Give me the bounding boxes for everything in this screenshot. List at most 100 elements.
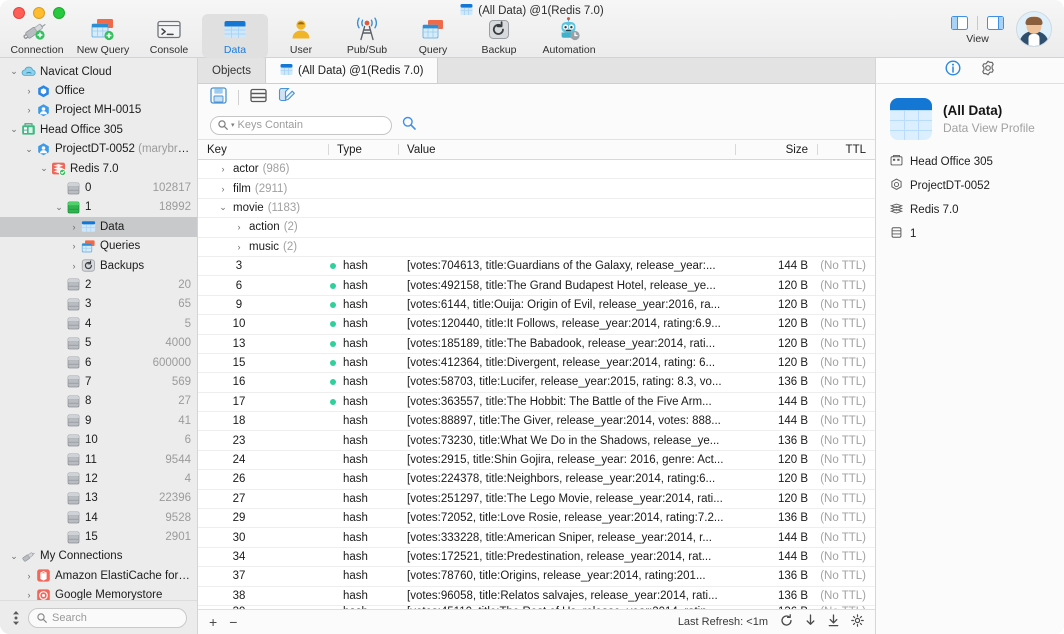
sidebar-item-amazon-elasticache-for-re[interactable]: › Amazon ElastiCache for Re...	[0, 566, 197, 585]
sidebar-item-13[interactable]: 13 22396	[0, 489, 197, 508]
chevron-right-icon[interactable]: ›	[233, 222, 245, 232]
chevron-down-icon[interactable]: ⌄	[53, 202, 65, 213]
chevron-right-icon[interactable]: ›	[233, 242, 245, 252]
user-avatar[interactable]	[1016, 11, 1052, 47]
sidebar-item-8[interactable]: 8 27	[0, 392, 197, 411]
chevron-right-icon[interactable]: ›	[217, 164, 229, 174]
table-row[interactable]: ⌄ movie (1183)	[198, 199, 875, 219]
table-row[interactable]: 3 hash [votes:704613, title:Guardians of t…	[198, 257, 875, 277]
connection-tree[interactable]: ⌄ Navicat Cloud › Office › Project MH-0015 ⌄ He…	[0, 58, 197, 600]
column-header-type[interactable]: Type	[328, 140, 398, 159]
sidebar-item-google-memorystore[interactable]: › Google Memorystore	[0, 586, 197, 600]
sidebar-item-2[interactable]: 2 20	[0, 275, 197, 294]
floppy-save-icon[interactable]	[210, 86, 227, 109]
table-row[interactable]: › music (2)	[198, 238, 875, 257]
toolbar-button-automation[interactable]: Automation	[532, 14, 606, 58]
chevron-right-icon[interactable]: ›	[23, 590, 35, 600]
table-row[interactable]: 24 hash [votes:2915, title:Shin Gojira, re…	[198, 451, 875, 471]
sidebar-item-15[interactable]: 15 2901	[0, 527, 197, 546]
magnifier-icon[interactable]	[402, 116, 416, 135]
table-row[interactable]: › action (2)	[198, 218, 875, 238]
sidebar-search-input[interactable]: Search	[28, 607, 187, 628]
column-header-key[interactable]: Key	[198, 140, 328, 159]
info-circle-icon[interactable]	[944, 60, 961, 81]
toolbar-button-data[interactable]: Data	[202, 14, 268, 58]
sidebar-item-project-mh-0015[interactable]: › Project MH-0015	[0, 101, 197, 120]
sidebar-item-9[interactable]: 9 41	[0, 411, 197, 430]
refresh-icon[interactable]	[780, 614, 793, 630]
table-row[interactable]: 29 hash [votes:72052, title:Love Rosie, re…	[198, 509, 875, 529]
sidebar-item-queries[interactable]: › Queries	[0, 237, 197, 256]
chevron-down-icon[interactable]: ⌄	[38, 163, 50, 174]
chevron-down-icon[interactable]: ⌄	[217, 202, 229, 213]
table-row[interactable]: 34 hash [votes:172521, title:Predestinatio…	[198, 548, 875, 568]
table-row[interactable]: 10 hash [votes:120440, title:It Follows, r…	[198, 315, 875, 335]
pencil-edit-icon[interactable]	[278, 87, 295, 109]
chevron-down-icon[interactable]: ⌄	[23, 144, 35, 155]
sort-toggle-icon[interactable]	[10, 610, 21, 626]
table-row[interactable]: 15 hash [votes:412364, title:Divergent, re…	[198, 354, 875, 374]
table-row[interactable]: 23 hash [votes:73230, title:What We Do in …	[198, 431, 875, 451]
sidebar-item-redis-7-0[interactable]: ⌄ Redis 7.0	[0, 159, 197, 178]
chevron-right-icon[interactable]: ›	[68, 241, 80, 251]
gear-icon[interactable]	[980, 60, 996, 81]
sidebar-item-6[interactable]: 6 600000	[0, 353, 197, 372]
toolbar-button-console[interactable]: Console	[136, 14, 202, 58]
sidebar-item-5[interactable]: 5 4000	[0, 333, 197, 352]
chevron-right-icon[interactable]: ›	[23, 571, 35, 581]
list-rows-icon[interactable]	[250, 88, 267, 108]
sidebar-item-backups[interactable]: › Backups	[0, 256, 197, 275]
table-row[interactable]: › actor (986)	[198, 160, 875, 180]
remove-key-button[interactable]: −	[229, 615, 237, 629]
table-row[interactable]: 9 hash [votes:6144, title:Ouija: Origin of…	[198, 296, 875, 316]
table-row[interactable]: 26 hash [votes:224378, title:Neighbors, re…	[198, 470, 875, 490]
sidebar-item-my-connections[interactable]: ⌄ My Connections	[0, 547, 197, 566]
table-row[interactable]: 37 hash [votes:78760, title:Origins, relea…	[198, 567, 875, 587]
sidebar-item-10[interactable]: 10 6	[0, 430, 197, 449]
table-row[interactable]: 13 hash [votes:185189, title:The Babadook,…	[198, 335, 875, 354]
settings-gear-icon[interactable]	[851, 614, 864, 630]
sidebar-item-7[interactable]: 7 569	[0, 372, 197, 391]
table-row[interactable]: 30 hash [votes:333228, title:American Snip…	[198, 528, 875, 548]
sidebar-item-office[interactable]: › Office	[0, 81, 197, 100]
chevron-right-icon[interactable]: ›	[68, 261, 80, 271]
chevron-down-icon[interactable]: ⌄	[8, 124, 20, 135]
toolbar-button-backup[interactable]: Backup	[466, 14, 532, 58]
sidebar-item-3[interactable]: 3 65	[0, 295, 197, 314]
chevron-right-icon[interactable]: ›	[217, 184, 229, 194]
toolbar-button-user[interactable]: User	[268, 14, 334, 58]
download-icon[interactable]	[805, 614, 816, 630]
table-row[interactable]: 16 hash [votes:58703, title:Lucifer, relea…	[198, 373, 875, 393]
table-row[interactable]: 6 hash [votes:492158, title:The Grand Buda…	[198, 276, 875, 296]
chevron-down-icon[interactable]: ▾	[231, 121, 235, 129]
chevron-down-icon[interactable]: ⌄	[8, 66, 20, 77]
tab-objects[interactable]: Objects	[198, 58, 266, 83]
sidebar-item-4[interactable]: 45	[0, 314, 197, 333]
toolbar-button-query[interactable]: Query	[400, 14, 466, 58]
sidebar-item-14[interactable]: 14 9528	[0, 508, 197, 527]
column-header-size[interactable]: Size	[735, 140, 817, 159]
toolbar-button-connection[interactable]: Connection	[4, 14, 70, 58]
sidebar-item-0[interactable]: 0 102817	[0, 178, 197, 197]
table-row[interactable]: 27 hash [votes:251297, title:The Lego Movi…	[198, 490, 875, 510]
chevron-down-icon[interactable]: ⌄	[8, 551, 20, 562]
table-row[interactable]: 38 hash [votes:96058, title:Relatos salvaj…	[198, 587, 875, 606]
tab-all-data[interactable]: (All Data) @1(Redis 7.0)	[266, 58, 439, 83]
table-row[interactable]: 18 hash [votes:88897, title:The Giver, rel…	[198, 412, 875, 432]
toolbar-button-new-query[interactable]: New Query	[70, 14, 136, 58]
keys-search-input[interactable]: ▾ Keys Contain	[210, 115, 392, 135]
column-header-value[interactable]: Value	[398, 140, 735, 159]
toolbar-button-pubsub[interactable]: Pub/Sub	[334, 14, 400, 58]
sidebar-item-projectdt-0052[interactable]: ⌄ ProjectDT-0052 (marybrow...	[0, 140, 197, 159]
chevron-right-icon[interactable]: ›	[23, 86, 35, 96]
table-row[interactable]: 17 hash [votes:363557, title:The Hobbit: T…	[198, 393, 875, 413]
sidebar-item-data[interactable]: › Data	[0, 217, 197, 237]
keys-table-body[interactable]: › actor (986) › film (2911) ⌄ movie (1183) › actio…	[198, 160, 875, 609]
column-header-ttl[interactable]: TTL	[817, 140, 875, 159]
sidebar-item-1[interactable]: ⌄ 1 18992	[0, 198, 197, 217]
sidebar-right-toggle-icon[interactable]	[987, 16, 1004, 30]
export-icon[interactable]	[828, 614, 839, 630]
table-row[interactable]: › film (2911)	[198, 179, 875, 199]
sidebar-item-11[interactable]: 11 9544	[0, 450, 197, 469]
sidebar-left-toggle-icon[interactable]	[951, 16, 968, 30]
